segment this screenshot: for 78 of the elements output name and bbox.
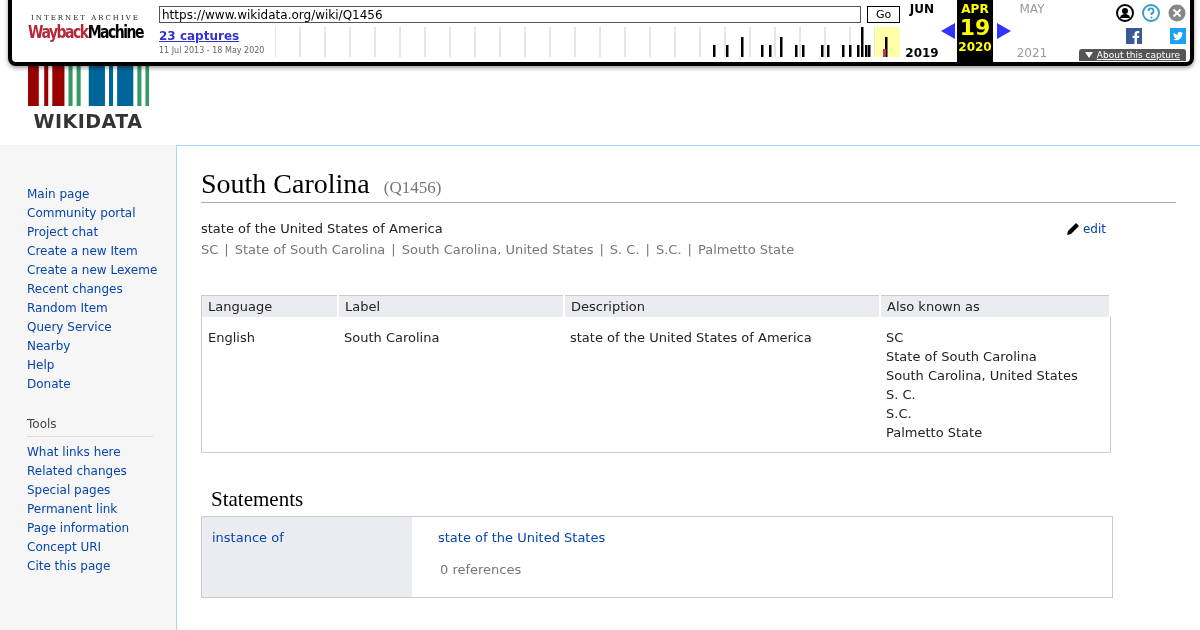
sidebar-link[interactable]: Help [27,356,176,375]
separator: | [599,242,604,257]
sidebar-link[interactable]: Special pages [27,481,176,500]
table-cell: South Carolina [338,317,564,453]
alias-text: Palmetto State [697,242,795,257]
help-icon[interactable] [1142,4,1160,22]
item-id: (Q1456) [383,178,442,198]
date-range: 11 Jul 2013 - 18 May 2020 [159,46,266,55]
sidebar-link[interactable]: Query Service [27,318,176,337]
close-icon[interactable] [1168,4,1186,22]
property-link[interactable]: instance of [202,517,412,597]
logo-icon[interactable] [27,66,149,106]
go-button[interactable]: Go [867,6,901,23]
wayback-logo[interactable]: WaybackMachine [27,22,144,42]
month-label: APR [961,2,989,16]
caret-icon [1084,52,1093,58]
sidebar-link[interactable]: Cite this page [27,557,176,576]
sidebar-link[interactable]: Recent changes [27,280,176,299]
references-count[interactable]: 0 references [440,562,1086,577]
alias-text: S.C. [655,242,682,257]
alias-text: S. C. [886,386,917,404]
separator: | [645,242,650,257]
sidebar-link[interactable]: Create a new Item [27,242,176,261]
sidebar-link[interactable]: Project chat [27,223,176,242]
alias-text: South Carolina, United States [401,242,594,257]
sidebar-link[interactable]: What links here [27,443,176,462]
sidebar-link[interactable]: Nearby [27,337,176,356]
captures-link[interactable]: 23 captures [159,29,275,43]
sidebar-heading: Tools [27,417,153,437]
month-label: JUN [909,2,935,16]
alias-text: State of South Carolina [886,348,1038,366]
next-arrow-icon[interactable] [997,23,1011,39]
user-icon[interactable] [1116,4,1134,22]
item-description: state of the United States of America [201,221,443,236]
year-label: 2021 [1016,46,1048,60]
sidebar-link[interactable]: Random Item [27,299,176,318]
separator: | [391,242,396,257]
sidebar-link[interactable]: Permanent link [27,500,176,519]
alias-text: SC [201,242,219,257]
sidebar-link[interactable]: Page information [27,519,176,538]
month-column[interactable]: APR 19 2020 [957,0,993,62]
value-link[interactable]: state of the United States [438,530,1086,545]
alias-text: State of South Carolina [234,242,386,257]
alias-text: S. C. [609,242,640,257]
alias-text: South Carolina, United States [886,367,1079,385]
facebook-icon[interactable] [1126,28,1142,44]
previous-arrow-icon[interactable] [941,23,955,39]
month-column[interactable]: JUN 2019 [903,0,941,62]
sidebar-link[interactable]: Donate [27,375,176,394]
separator: | [687,242,692,257]
month-label: MAY [1019,2,1045,16]
year-label: 2020 [958,40,992,54]
sidebar-link[interactable]: Community portal [27,204,176,223]
section-heading: Statements [211,487,305,512]
url-field[interactable]: https://www.wikidata.org/wiki/Q1456 [159,6,861,23]
edit-link[interactable]: edit [1065,221,1106,236]
sidebar-link[interactable]: Main page [27,185,176,204]
day-label: 19 [959,16,991,40]
alias-text: S.C. [886,405,913,423]
alias-text: Palmetto State [886,424,984,442]
year-label: 2019 [905,46,939,60]
sidebar-link[interactable]: Concept URI [27,538,176,557]
page-title: South Carolina [201,168,370,200]
separator: | [224,242,229,257]
column-header: Description [564,295,880,317]
about-capture-button[interactable]: About this capture [1078,49,1186,61]
logo-text: WIKIDATA [33,110,143,132]
table-cell: state of the United States of America [564,317,880,453]
sidebar-link[interactable]: Related changes [27,462,176,481]
alias-text: SC [886,329,905,347]
table-cell: English [201,317,338,453]
column-header: Language [201,295,338,317]
pencil-icon [1065,221,1080,236]
column-header: Label [338,295,564,317]
sidebar-link[interactable]: Create a new Lexeme [27,261,176,280]
twitter-icon[interactable] [1170,28,1186,44]
column-header: Also known as [880,295,1110,317]
capture-timeline[interactable] [275,27,901,57]
